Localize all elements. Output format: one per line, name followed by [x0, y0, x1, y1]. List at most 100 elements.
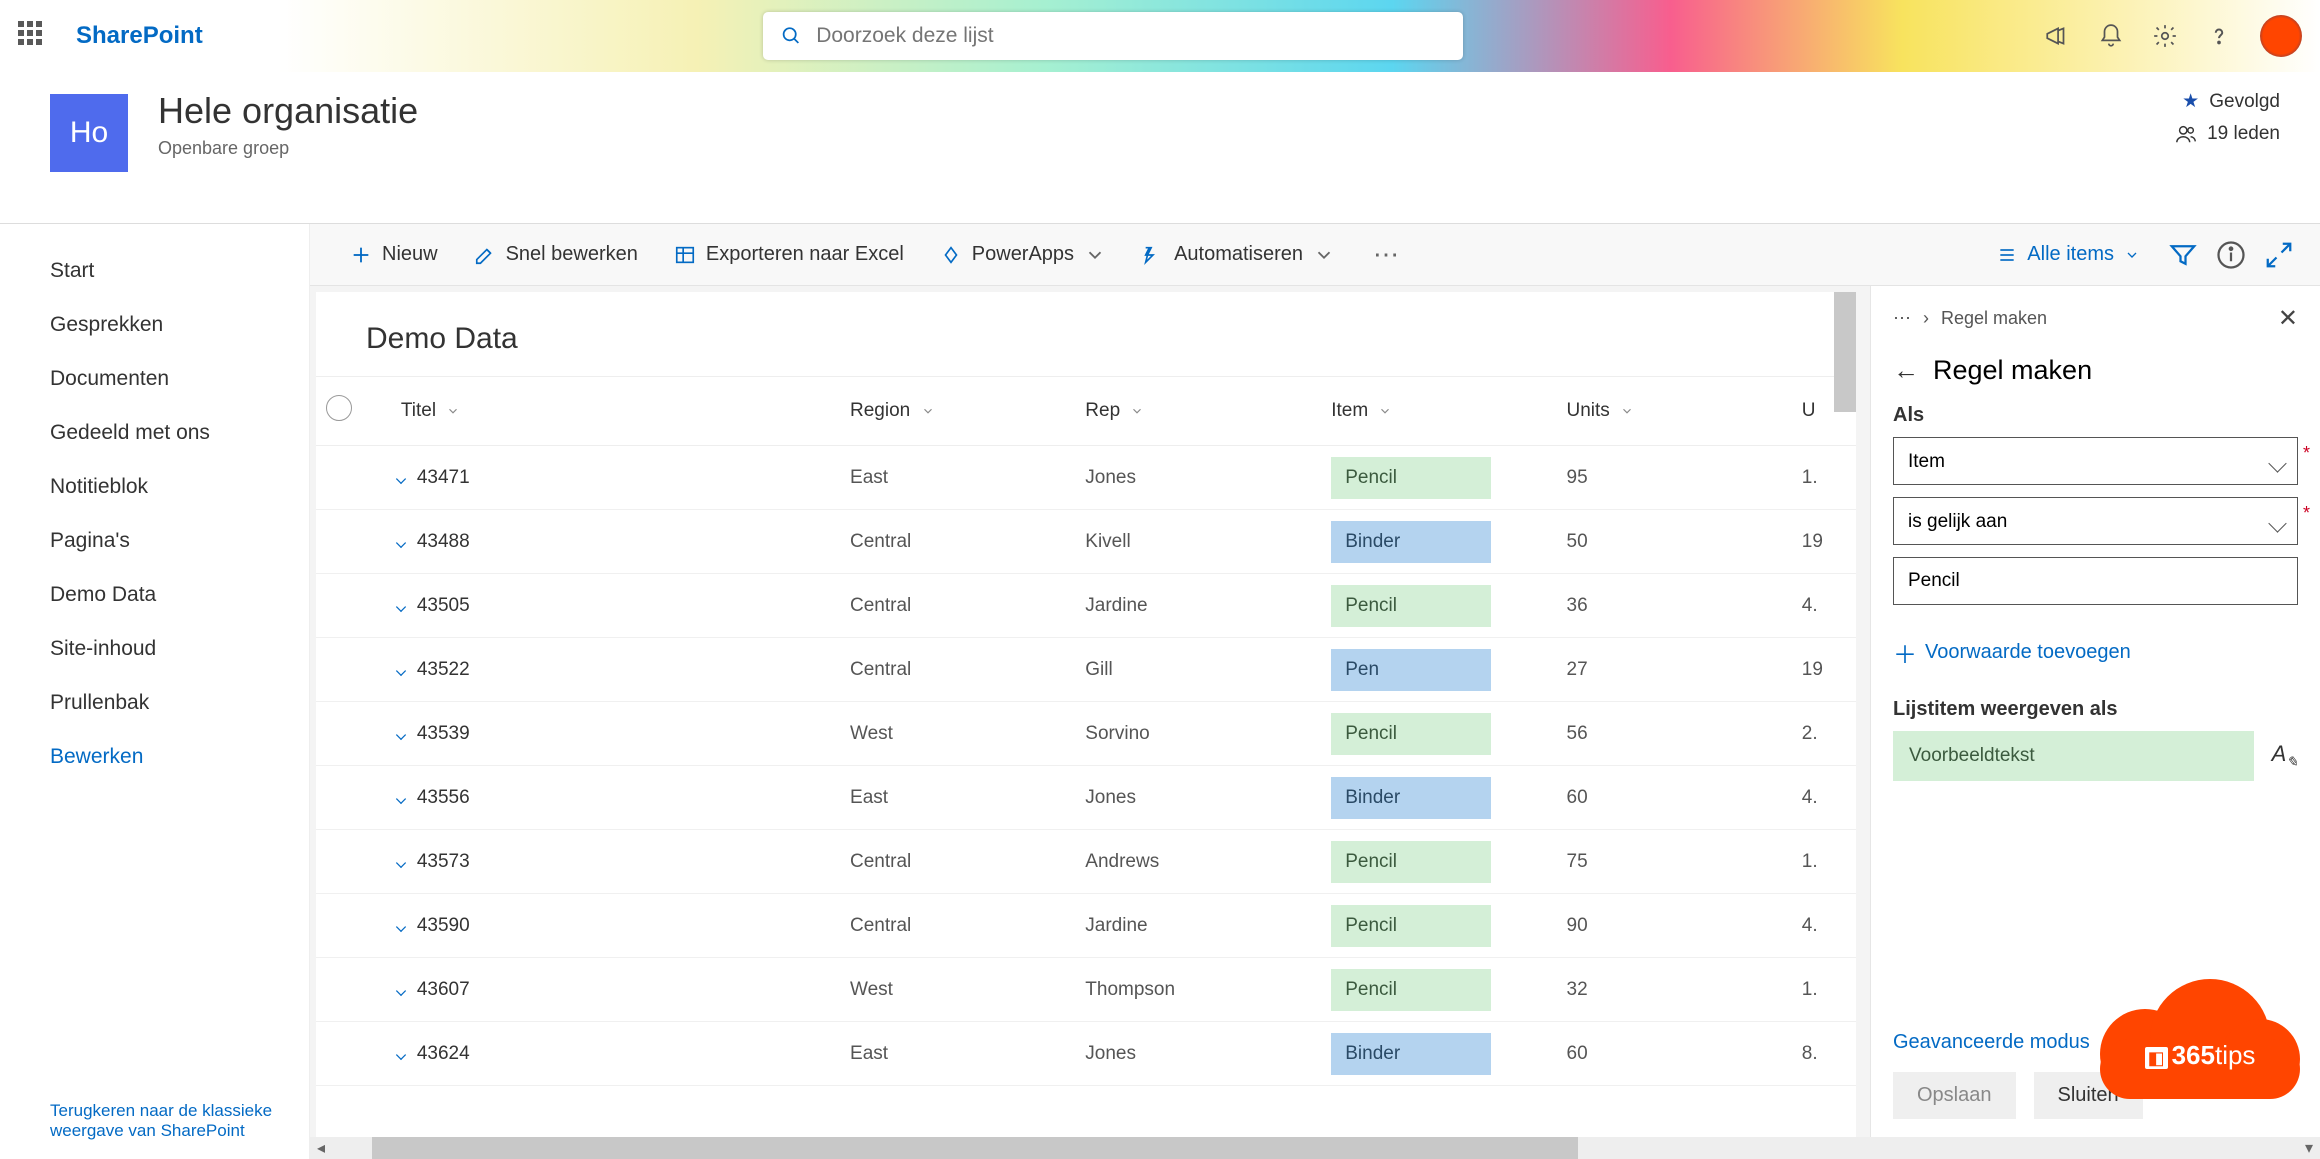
back-arrow-icon[interactable]: ← — [1893, 355, 1919, 386]
app-launcher-icon[interactable] — [18, 21, 48, 51]
new-button[interactable]: Nieuw — [336, 235, 452, 274]
column-header-rep[interactable]: Rep — [1075, 377, 1321, 446]
table-row[interactable]: 43590CentralJardinePencil904. — [316, 894, 1856, 958]
cell-rep: Kivell — [1075, 510, 1321, 574]
brand-label[interactable]: SharePoint — [76, 22, 203, 50]
cell-rep: Thompson — [1075, 958, 1321, 1022]
cell-u: 19 — [1792, 638, 1856, 702]
pencil-icon — [474, 244, 496, 266]
row-select[interactable] — [316, 1022, 391, 1086]
scroll-dropdown-arrow[interactable]: ▾ — [2298, 1138, 2320, 1158]
table-row[interactable]: 43471EastJonesPencil951. — [316, 446, 1856, 510]
more-commands-button[interactable]: ⋯ — [1357, 239, 1415, 270]
column-header-units[interactable]: Units — [1557, 377, 1792, 446]
panel-title: ← Regel maken — [1893, 355, 2298, 386]
cell-u: 1. — [1792, 958, 1856, 1022]
row-select[interactable] — [316, 702, 391, 766]
horizontal-scrollbar[interactable]: ◂ ▾ — [310, 1137, 2320, 1159]
gear-icon[interactable] — [2152, 23, 2178, 49]
row-select[interactable] — [316, 510, 391, 574]
column-header-titel[interactable]: Titel — [391, 377, 840, 446]
search-box[interactable] — [763, 12, 1463, 60]
column-header-item[interactable]: Item — [1321, 377, 1556, 446]
table-row[interactable]: 43505CentralJardinePencil364. — [316, 574, 1856, 638]
chevron-down-icon — [2124, 247, 2140, 263]
search-input[interactable] — [816, 24, 1445, 48]
nav-item[interactable]: Gedeeld met ons — [50, 406, 309, 460]
condition-column-select[interactable]: Item — [1893, 437, 2298, 485]
row-select[interactable] — [316, 958, 391, 1022]
save-button[interactable]: Opslaan — [1893, 1072, 2016, 1119]
cell-item: Binder — [1321, 766, 1556, 830]
condition-value-field[interactable] — [1893, 557, 2298, 605]
help-icon[interactable] — [2206, 23, 2232, 49]
horizontal-scrollbar-thumb[interactable] — [372, 1137, 1578, 1159]
view-selector[interactable]: Alle items — [1987, 237, 2150, 272]
edit-format-icon[interactable]: A✎ — [2272, 741, 2298, 770]
nav-item[interactable]: Prullenbak — [50, 676, 309, 730]
table-row[interactable]: 43573CentralAndrewsPencil751. — [316, 830, 1856, 894]
list-title: Demo Data — [316, 292, 1856, 376]
suite-actions — [2044, 15, 2302, 57]
condition-value-input[interactable] — [1893, 557, 2298, 605]
panel-breadcrumb: ⋯ › Regel maken ✕ — [1893, 304, 2298, 333]
condition-column-field[interactable]: Item * — [1893, 437, 2298, 485]
suite-header: SharePoint — [0, 0, 2320, 72]
members-button[interactable]: 19 leden — [2175, 123, 2280, 145]
automate-button[interactable]: Automatiseren — [1128, 235, 1349, 274]
scroll-left-arrow[interactable]: ◂ — [310, 1138, 332, 1158]
nav-item[interactable]: Pagina's — [50, 514, 309, 568]
row-select[interactable] — [316, 446, 391, 510]
table-row[interactable]: 43539WestSorvinoPencil562. — [316, 702, 1856, 766]
row-select[interactable] — [316, 638, 391, 702]
close-panel-button[interactable]: ✕ — [2278, 304, 2298, 333]
site-subtitle: Openbare groep — [158, 138, 418, 159]
nav-item[interactable]: Start — [50, 244, 309, 298]
vertical-scrollbar-thumb[interactable] — [1834, 292, 1856, 412]
nav-item[interactable]: Notitieblok — [50, 460, 309, 514]
site-title[interactable]: Hele organisatie — [158, 90, 418, 132]
cell-item: Pencil — [1321, 894, 1556, 958]
table-row[interactable]: 43624EastJonesBinder608. — [316, 1022, 1856, 1086]
cell-u: 2. — [1792, 702, 1856, 766]
nav-item[interactable]: Documenten — [50, 352, 309, 406]
row-select[interactable] — [316, 894, 391, 958]
table-row[interactable]: 43488CentralKivellBinder5019 — [316, 510, 1856, 574]
nav-edit-link[interactable]: Bewerken — [50, 730, 309, 784]
flow-icon — [1142, 244, 1164, 266]
classic-view-link[interactable]: Terugkeren naar de klassieke weergave va… — [50, 1101, 309, 1159]
table-row[interactable]: 43522CentralGillPen2719 — [316, 638, 1856, 702]
cell-units: 90 — [1557, 894, 1792, 958]
row-select[interactable] — [316, 766, 391, 830]
table-row[interactable]: 43607WestThompsonPencil321. — [316, 958, 1856, 1022]
column-header-region[interactable]: Region — [840, 377, 1075, 446]
nav-item[interactable]: Site-inhoud — [50, 622, 309, 676]
add-condition-button[interactable]: ＋ Voorwaarde toevoegen — [1893, 635, 2298, 670]
chevron-down-icon — [1378, 404, 1392, 418]
site-logo[interactable]: Ho — [50, 94, 128, 172]
watermark-logo: ◧365tips — [2100, 969, 2300, 1099]
filter-icon[interactable] — [2168, 240, 2198, 270]
export-excel-button[interactable]: Exporteren naar Excel — [660, 235, 918, 274]
follow-button[interactable]: ★ Gevolgd — [2175, 90, 2280, 113]
powerapps-button[interactable]: PowerApps — [926, 235, 1120, 274]
cell-region: East — [840, 1022, 1075, 1086]
row-select[interactable] — [316, 830, 391, 894]
info-icon[interactable] — [2216, 240, 2246, 270]
row-select[interactable] — [316, 574, 391, 638]
nav-item[interactable]: Demo Data — [50, 568, 309, 622]
ellipsis-icon[interactable]: ⋯ — [1893, 308, 1911, 329]
megaphone-icon[interactable] — [2044, 23, 2070, 49]
user-avatar[interactable] — [2260, 15, 2302, 57]
nav-item[interactable]: Gesprekken — [50, 298, 309, 352]
select-all-header[interactable] — [316, 377, 391, 446]
condition-operator-select[interactable]: is gelijk aan — [1893, 497, 2298, 545]
cell-item: Pencil — [1321, 702, 1556, 766]
table-row[interactable]: 43556EastJonesBinder604. — [316, 766, 1856, 830]
breadcrumb-label: Regel maken — [1941, 308, 2047, 329]
cell-rep: Jardine — [1075, 894, 1321, 958]
expand-icon[interactable] — [2264, 240, 2294, 270]
quick-edit-button[interactable]: Snel bewerken — [460, 235, 652, 274]
bell-icon[interactable] — [2098, 23, 2124, 49]
condition-operator-field[interactable]: is gelijk aan * — [1893, 497, 2298, 545]
